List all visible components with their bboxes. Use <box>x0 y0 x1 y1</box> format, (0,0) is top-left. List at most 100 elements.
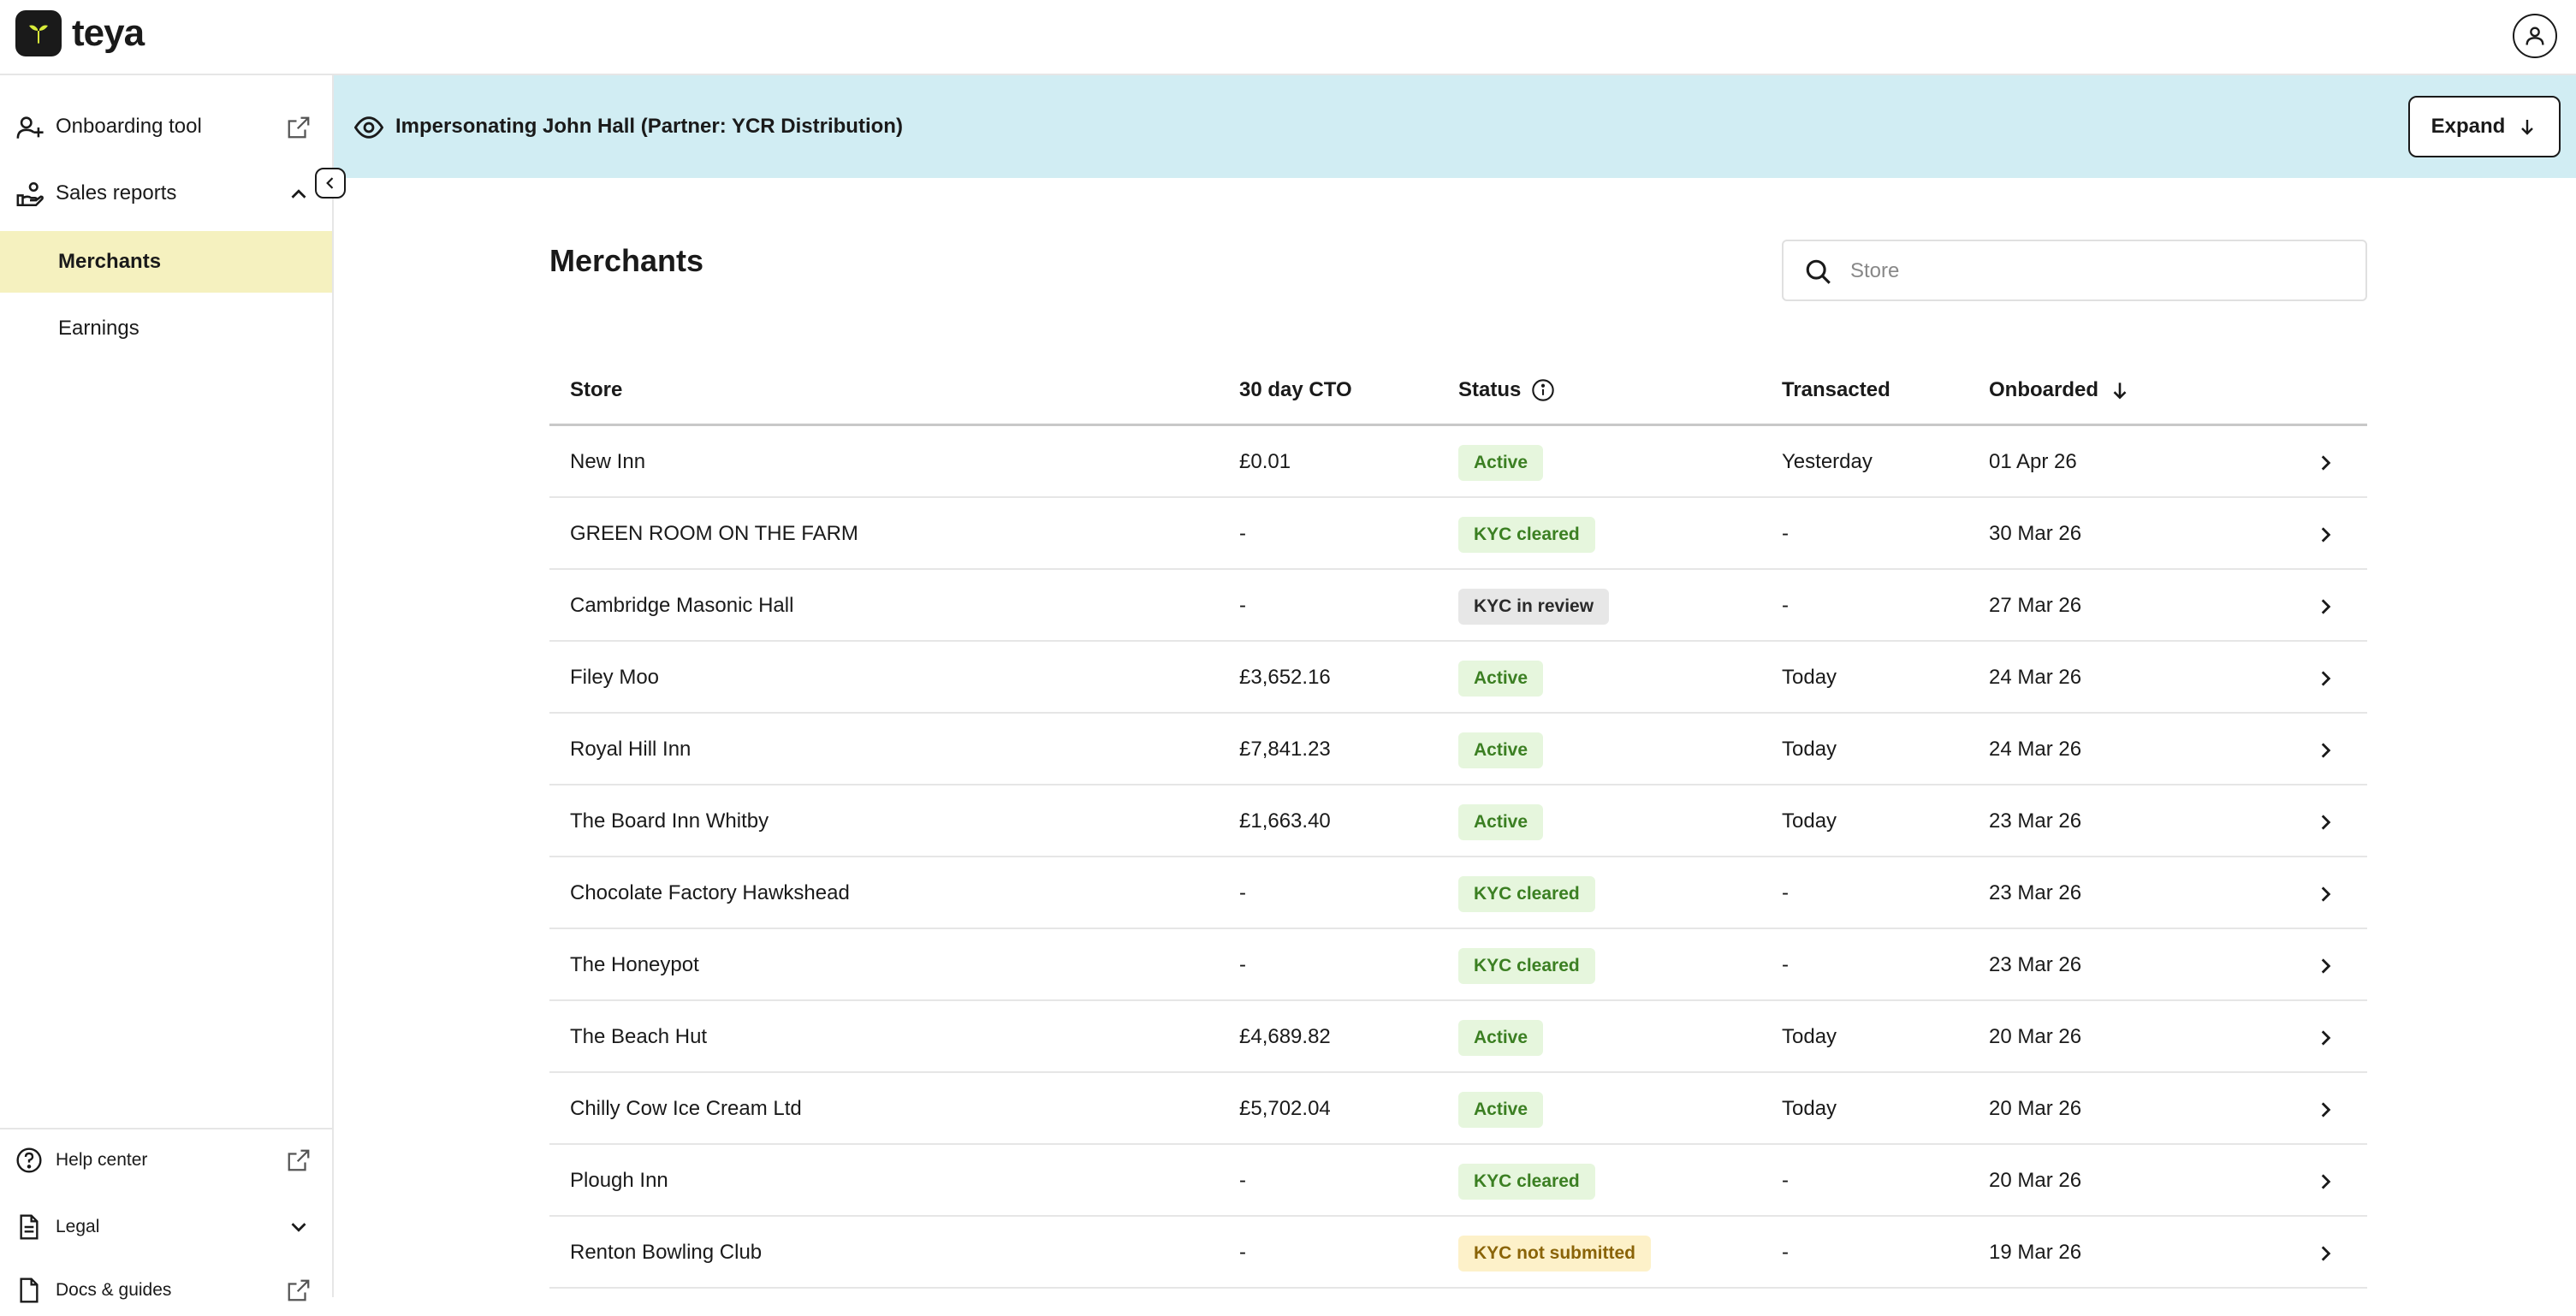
chevron-right-icon[interactable] <box>2314 1171 2336 1193</box>
table-body: New Inn £0.01 Active Yesterday 01 Apr 26 GREE… <box>549 426 2367 1289</box>
column-header-label: Store <box>570 378 623 401</box>
cell-cto: £5,702.04 <box>1239 1097 1331 1120</box>
table-row[interactable]: Filey Moo £3,652.16 Active Today 24 Mar 26 <box>549 642 2367 714</box>
table-row[interactable]: The Honeypot - KYC cleared - 23 Mar 26 <box>549 929 2367 1001</box>
chevron-right-icon[interactable] <box>2314 667 2336 690</box>
column-header-transacted[interactable]: Transacted <box>1782 378 1890 402</box>
table-row[interactable]: Plough Inn - KYC cleared - 20 Mar 26 <box>549 1145 2367 1217</box>
cell-store: GREEN ROOM ON THE FARM <box>570 522 858 545</box>
status-badge: Active <box>1458 445 1544 481</box>
status-badge: KYC cleared <box>1458 1164 1595 1200</box>
sidebar: Onboarding tool Sales reports Merchants … <box>0 75 334 1303</box>
external-link-icon <box>288 116 310 139</box>
account-button[interactable] <box>2513 14 2557 58</box>
status-badge: KYC cleared <box>1458 517 1595 553</box>
status-badge: Active <box>1458 1020 1544 1056</box>
cell-store: Royal Hill Inn <box>570 738 691 761</box>
cell-cto: - <box>1239 953 1246 976</box>
chevron-right-icon[interactable] <box>2314 955 2336 977</box>
sidebar-item-label: Docs & guides <box>56 1280 172 1300</box>
cell-cto: - <box>1239 881 1246 904</box>
help-icon <box>16 1147 42 1173</box>
cell-transacted: Yesterday <box>1782 450 1873 473</box>
status-badge: Active <box>1458 804 1544 840</box>
eye-icon <box>354 116 383 139</box>
status-badge: Active <box>1458 661 1544 697</box>
document-icon <box>20 1214 39 1240</box>
table-row[interactable]: Chilly Cow Ice Cream Ltd £5,702.04 Active T… <box>549 1073 2367 1145</box>
cell-onboarded: 23 Mar 26 <box>1989 809 2082 833</box>
cell-onboarded: 01 Apr 26 <box>1989 450 2077 473</box>
chevron-right-icon[interactable] <box>2314 883 2336 905</box>
cell-store: Chocolate Factory Hawkshead <box>570 881 850 904</box>
column-header-cto[interactable]: 30 day CTO <box>1239 378 1352 402</box>
cell-transacted: Today <box>1782 666 1837 689</box>
sidebar-item-earnings[interactable]: Earnings <box>0 298 332 359</box>
table-row[interactable]: The Board Inn Whitby £1,663.40 Active Today… <box>549 785 2367 857</box>
table-row[interactable]: The Beach Hut £4,689.82 Active Today 20 Mar … <box>549 1001 2367 1073</box>
cell-store: Chilly Cow Ice Cream Ltd <box>570 1097 802 1120</box>
table-header: Store 30 day CTO Status Transacted Onboa… <box>549 354 2367 426</box>
logo[interactable]: teya <box>15 10 145 56</box>
sidebar-item-onboarding-tool[interactable]: Onboarding tool <box>0 96 332 157</box>
sidebar-item-help-center[interactable]: Help center <box>0 1135 332 1186</box>
status-badge: Active <box>1458 732 1544 768</box>
cell-onboarded: 27 Mar 26 <box>1989 594 2082 617</box>
expand-button[interactable]: Expand <box>2408 96 2561 157</box>
status-badge: KYC not submitted <box>1458 1236 1651 1272</box>
chevron-right-icon[interactable] <box>2314 524 2336 546</box>
account-icon <box>2526 27 2544 45</box>
sidebar-item-merchants[interactable]: Merchants <box>0 231 332 293</box>
sidebar-item-sales-reports[interactable]: Sales reports <box>0 163 332 224</box>
chevron-right-icon[interactable] <box>2314 596 2336 618</box>
sidebar-item-label: Onboarding tool <box>56 115 202 138</box>
cell-store: The Honeypot <box>570 953 699 976</box>
chevron-right-icon[interactable] <box>2314 739 2336 762</box>
cell-onboarded: 24 Mar 26 <box>1989 738 2082 761</box>
table-row[interactable]: Royal Hill Inn £7,841.23 Active Today 24 Mar… <box>549 714 2367 785</box>
status-badge: KYC cleared <box>1458 948 1595 984</box>
collapse-sidebar-button[interactable] <box>315 168 346 199</box>
cell-cto: £0.01 <box>1239 450 1291 473</box>
sidebar-item-label: Legal <box>56 1217 100 1236</box>
cell-transacted: Today <box>1782 1025 1837 1048</box>
chevron-right-icon[interactable] <box>2314 1099 2336 1121</box>
chevron-up-icon <box>291 189 306 199</box>
chevron-right-icon[interactable] <box>2314 1242 2336 1265</box>
expand-label: Expand <box>2431 115 2506 138</box>
table-row[interactable]: Renton Bowling Club - KYC not submitted - 19… <box>549 1217 2367 1289</box>
cell-transacted: - <box>1782 1169 1789 1192</box>
info-icon[interactable] <box>1531 378 1555 402</box>
column-header-onboarded[interactable]: Onboarded <box>1989 378 2131 402</box>
table-row[interactable]: New Inn £0.01 Active Yesterday 01 Apr 26 <box>549 426 2367 498</box>
cell-store: Renton Bowling Club <box>570 1241 763 1264</box>
chevron-right-icon[interactable] <box>2314 1027 2336 1049</box>
cell-cto: - <box>1239 1169 1246 1192</box>
cell-store: The Beach Hut <box>570 1025 708 1048</box>
external-link-icon <box>288 1149 310 1171</box>
sidebar-item-docs-guides[interactable]: Docs & guides <box>0 1265 332 1316</box>
sidebar-divider <box>0 1128 332 1129</box>
cell-cto: £3,652.16 <box>1239 666 1331 689</box>
column-header-store[interactable]: Store <box>570 378 622 402</box>
cell-onboarded: 19 Mar 26 <box>1989 1241 2082 1264</box>
column-header-status[interactable]: Status <box>1458 378 1555 402</box>
chevron-left-icon <box>326 177 334 189</box>
table-row[interactable]: Cambridge Masonic Hall - KYC in review - 27 … <box>549 570 2367 642</box>
table-row[interactable]: Chocolate Factory Hawkshead - KYC cleared -… <box>549 857 2367 929</box>
cell-onboarded: 20 Mar 26 <box>1989 1169 2082 1192</box>
cell-onboarded: 20 Mar 26 <box>1989 1097 2082 1120</box>
chevron-right-icon[interactable] <box>2314 452 2336 474</box>
sort-descending-icon <box>2113 382 2127 400</box>
cell-store: Cambridge Masonic Hall <box>570 594 794 617</box>
document-icon <box>20 1277 39 1303</box>
cell-transacted: - <box>1782 1241 1789 1264</box>
search-input[interactable] <box>1850 253 2347 289</box>
search-box[interactable] <box>1782 240 2367 301</box>
teya-logo-icon <box>15 10 62 56</box>
status-badge: Active <box>1458 1092 1544 1128</box>
sidebar-item-legal[interactable]: Legal <box>0 1201 332 1253</box>
table-row[interactable]: GREEN ROOM ON THE FARM - KYC cleared - 30 Ma… <box>549 498 2367 570</box>
add-user-icon <box>16 116 44 139</box>
chevron-right-icon[interactable] <box>2314 811 2336 833</box>
